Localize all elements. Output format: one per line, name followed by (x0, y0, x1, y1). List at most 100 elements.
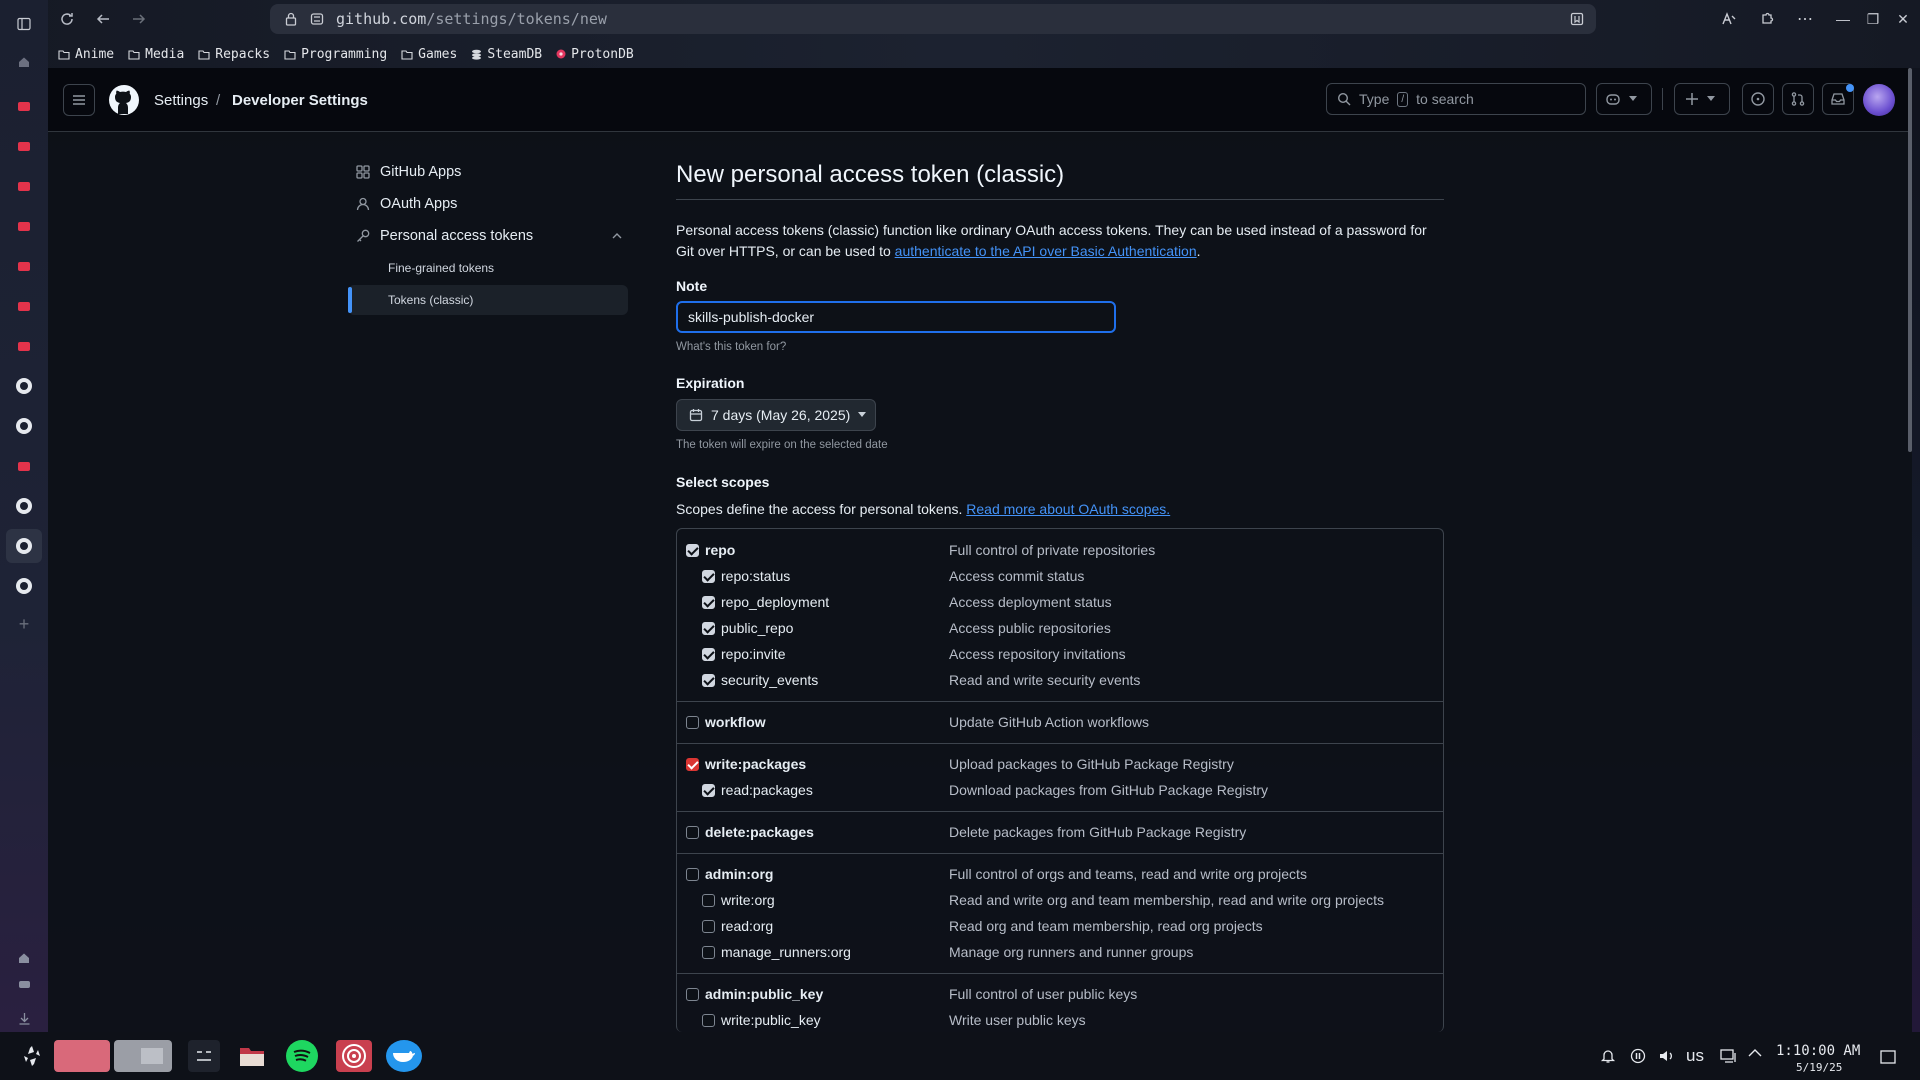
sidebar-item-fine-grained-tokens[interactable]: Fine-grained tokens (388, 261, 494, 275)
youtube-icon[interactable] (14, 336, 34, 356)
scope-row[interactable]: delete:packages Delete packages from GitH… (677, 819, 1443, 845)
scope-row[interactable]: repo_deployment Access deployment status (677, 589, 1443, 615)
obs-icon[interactable] (336, 1040, 372, 1072)
issues-icon[interactable] (1742, 83, 1774, 115)
tray-expand-icon[interactable] (1748, 1048, 1762, 1058)
scope-row[interactable]: read:org Read org and team membership, re… (677, 913, 1443, 939)
close-window-icon[interactable]: ✕ (1892, 8, 1914, 30)
youtube-icon[interactable] (14, 296, 34, 316)
github-logo-icon[interactable] (108, 84, 140, 116)
scope-row[interactable]: repo:invite Access repository invitations (677, 641, 1443, 667)
forward-icon[interactable] (126, 6, 152, 32)
home-icon[interactable] (14, 948, 34, 968)
lock-icon[interactable] (284, 12, 298, 26)
github-icon[interactable] (14, 376, 34, 396)
avatar[interactable] (1863, 84, 1895, 116)
scope-row[interactable]: write:public_key Write user public keys (677, 1007, 1443, 1032)
scope-checkbox[interactable] (686, 758, 699, 771)
read-aloud-icon[interactable] (1716, 6, 1742, 32)
youtube-icon[interactable] (14, 216, 34, 236)
bookmark-programming[interactable]: Programming (284, 44, 387, 64)
youtube-icon[interactable] (14, 176, 34, 196)
sidebar-item-oauth-apps[interactable]: OAuth Apps (356, 190, 457, 218)
sidebar-toggle-icon[interactable] (14, 14, 34, 34)
bookmark-games[interactable]: Games (401, 44, 457, 64)
bookmark-repacks[interactable]: Repacks (198, 44, 270, 64)
reload-icon[interactable] (54, 6, 80, 32)
bookmark-protondb[interactable]: ProtonDB (556, 44, 634, 64)
pull-requests-icon[interactable] (1782, 83, 1814, 115)
docker-icon[interactable] (386, 1040, 422, 1072)
download-icon[interactable] (14, 1008, 34, 1028)
scope-checkbox[interactable] (686, 544, 699, 557)
scope-row[interactable]: admin:public_key Full control of user pub… (677, 981, 1443, 1007)
spotify-icon[interactable] (286, 1040, 318, 1072)
youtube-icon[interactable] (14, 136, 34, 156)
youtube-icon[interactable] (14, 96, 34, 116)
expiration-select[interactable]: 7 days (May 26, 2025) (676, 399, 876, 431)
scope-checkbox[interactable] (702, 946, 715, 959)
url-text[interactable]: github.com/settings/tokens/new (336, 10, 607, 28)
pause-icon[interactable] (1630, 1048, 1646, 1064)
oauth-scopes-link[interactable]: Read more about OAuth scopes. (966, 501, 1170, 517)
bookmark-anime[interactable]: Anime (58, 44, 114, 64)
scope-checkbox[interactable] (702, 894, 715, 907)
breadcrumb-developer-settings[interactable]: Developer Settings (232, 92, 368, 109)
scope-row[interactable]: manage_runners:org Manage org runners and… (677, 939, 1443, 965)
scope-checkbox[interactable] (702, 648, 715, 661)
launcher-icon[interactable] (16, 1040, 48, 1072)
page-scrollbar[interactable] (1908, 68, 1912, 452)
note-input[interactable]: skills-publish-docker (676, 301, 1116, 333)
scope-checkbox[interactable] (702, 622, 715, 635)
scope-row[interactable]: public_repo Access public repositories (677, 615, 1443, 641)
scope-row[interactable]: repo:status Access commit status (677, 563, 1443, 589)
youtube-icon[interactable] (14, 456, 34, 476)
terminal-icon[interactable] (188, 1040, 220, 1072)
scope-row[interactable]: repo Full control of private repositories (677, 537, 1443, 563)
breadcrumb-settings[interactable]: Settings (154, 92, 208, 109)
scope-row[interactable]: read:packages Download packages from GitH… (677, 777, 1443, 803)
keyboard-layout[interactable]: us (1686, 1046, 1704, 1066)
reader-mode-icon[interactable] (1570, 12, 1584, 26)
site-settings-icon[interactable] (310, 12, 324, 26)
notification-bell-icon[interactable] (1600, 1048, 1616, 1064)
scope-checkbox[interactable] (702, 596, 715, 609)
youtube-icon[interactable] (14, 256, 34, 276)
clock-date[interactable]: 5/19/25 (1796, 1061, 1842, 1074)
bookmark-media[interactable]: Media (128, 44, 184, 64)
github-icon[interactable] (14, 496, 34, 516)
create-new-button[interactable] (1674, 83, 1730, 115)
network-icon[interactable] (1720, 1048, 1738, 1064)
scope-row[interactable]: security_events Read and write security e… (677, 667, 1443, 693)
basic-auth-link[interactable]: authenticate to the API over Basic Authe… (895, 243, 1197, 259)
clock-time[interactable]: 1:10:00 AM (1776, 1043, 1860, 1059)
scope-row[interactable]: write:packages Upload packages to GitHub … (677, 751, 1443, 777)
more-options-icon[interactable]: ⋯ (1792, 6, 1818, 32)
add-tab-icon[interactable]: + (14, 614, 34, 634)
volume-icon[interactable] (1658, 1048, 1676, 1064)
bookmark-steamdb[interactable]: SteamDB (471, 44, 542, 64)
home-icon[interactable] (14, 52, 34, 72)
sidebar-item-personal-access-tokens[interactable]: Personal access tokens (356, 222, 622, 250)
sidebar-item-tokens-classic[interactable]: Tokens (classic) (388, 293, 473, 307)
tab-strip-icon[interactable] (14, 974, 34, 994)
scope-checkbox[interactable] (702, 674, 715, 687)
copilot-button[interactable] (1596, 83, 1652, 115)
extensions-icon[interactable] (1754, 6, 1780, 32)
scope-checkbox[interactable] (686, 716, 699, 729)
scope-checkbox[interactable] (686, 826, 699, 839)
scope-checkbox[interactable] (702, 920, 715, 933)
scope-checkbox[interactable] (686, 988, 699, 1001)
github-icon[interactable] (14, 536, 34, 556)
scope-checkbox[interactable] (702, 784, 715, 797)
scope-row[interactable]: workflow Update GitHub Action workflows (677, 709, 1443, 735)
minimize-icon[interactable]: — (1832, 8, 1854, 30)
menu-icon[interactable] (63, 84, 95, 116)
workspace-2[interactable] (114, 1040, 172, 1072)
scope-checkbox[interactable] (686, 868, 699, 881)
scope-row[interactable]: admin:org Full control of orgs and teams,… (677, 861, 1443, 887)
github-icon[interactable] (14, 416, 34, 436)
file-manager-icon[interactable] (236, 1040, 268, 1072)
workspace-1[interactable] (54, 1040, 110, 1072)
address-bar[interactable]: github.com/settings/tokens/new (270, 4, 1596, 34)
